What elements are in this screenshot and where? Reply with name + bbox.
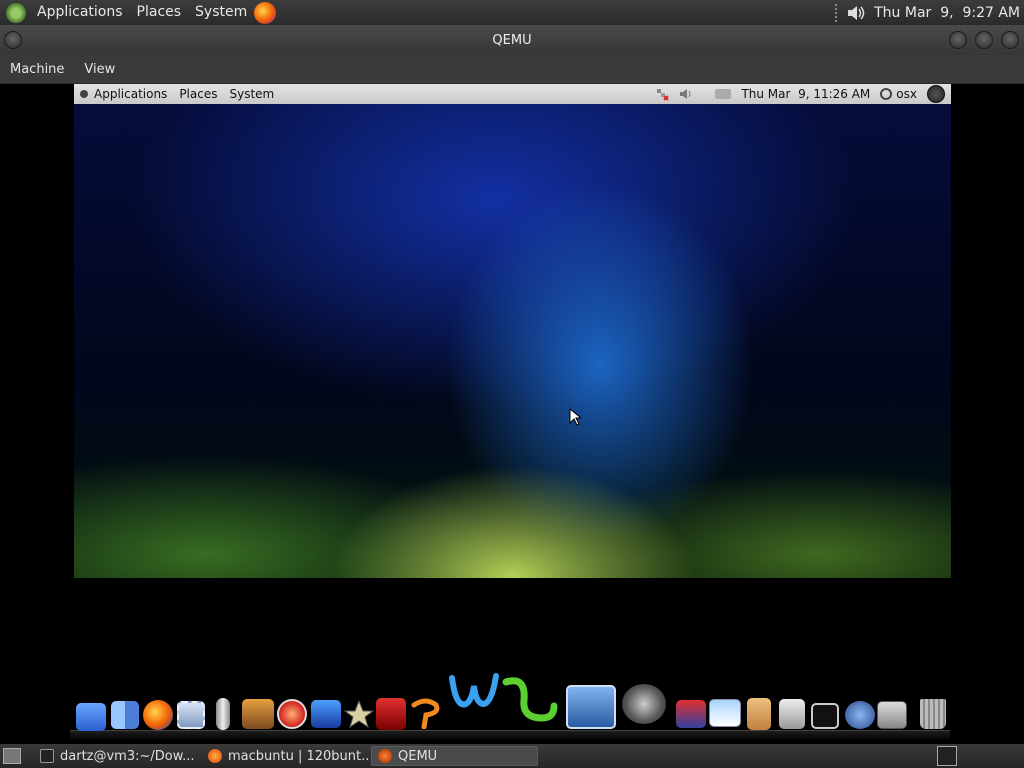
window-title-bar[interactable]: QEMU bbox=[0, 25, 1024, 55]
clapperboard-icon[interactable] bbox=[311, 700, 341, 728]
guest-volume-icon[interactable] bbox=[679, 87, 695, 101]
guest-menu-places[interactable]: Places bbox=[173, 87, 223, 101]
window-menu-button[interactable] bbox=[4, 31, 22, 49]
guest-username[interactable]: osx bbox=[896, 87, 917, 101]
taskbar-item-label: dartz@vm3:~/Dow... bbox=[60, 748, 195, 764]
keyboard-indicator-icon[interactable] bbox=[715, 89, 732, 99]
qemu-window-icon bbox=[378, 749, 392, 763]
chat-users-icon[interactable] bbox=[845, 701, 875, 729]
host-taskbar: dartz@vm3:~/Dow... macbuntu | 120bunt...… bbox=[0, 744, 1024, 768]
host-panel-handle-icon bbox=[835, 3, 838, 22]
guest-menu-applications[interactable]: Applications bbox=[88, 87, 173, 101]
host-top-panel: Applications Places System Thu Mar 9, 9:… bbox=[0, 0, 1024, 25]
show-desktop-icon[interactable] bbox=[3, 748, 21, 764]
taskbar-item-firefox[interactable]: macbuntu | 120bunt... bbox=[202, 746, 368, 766]
menu-view[interactable]: View bbox=[74, 62, 125, 77]
finder-icon[interactable] bbox=[111, 701, 139, 729]
power-icon[interactable] bbox=[927, 85, 945, 103]
dock-shelf bbox=[70, 730, 950, 740]
host-menu-applications[interactable]: Applications bbox=[30, 0, 130, 25]
network-globe-icon[interactable] bbox=[566, 685, 616, 729]
workspace-switcher-icon[interactable] bbox=[937, 746, 957, 766]
terminal-window-icon bbox=[40, 749, 54, 763]
taskbar-item-qemu[interactable]: QEMU bbox=[371, 746, 538, 766]
mouse-cursor-icon bbox=[569, 408, 581, 426]
blue-w-icon[interactable] bbox=[448, 672, 502, 712]
microphone-icon[interactable] bbox=[216, 698, 230, 730]
user-switch-icon[interactable] bbox=[880, 88, 893, 100]
firefox-launcher-icon[interactable] bbox=[254, 1, 277, 24]
volume-icon[interactable] bbox=[846, 4, 866, 22]
green-s-icon[interactable] bbox=[500, 676, 558, 726]
window-title: QEMU bbox=[492, 32, 532, 48]
photo-camera-icon[interactable] bbox=[242, 699, 274, 729]
guest-top-panel: Applications Places System Thu Mar 9, 11… bbox=[74, 84, 951, 104]
trash-icon[interactable] bbox=[920, 699, 946, 729]
host-clock[interactable]: Thu Mar 9, 9:27 AM bbox=[874, 5, 1020, 21]
host-menu-system[interactable]: System bbox=[188, 0, 254, 25]
minimize-button[interactable] bbox=[949, 31, 967, 49]
guest-menu-system[interactable]: System bbox=[223, 87, 280, 101]
orange-p-icon[interactable] bbox=[410, 697, 442, 730]
network-disconnected-icon[interactable] bbox=[655, 87, 670, 101]
mail-stamp-icon[interactable] bbox=[177, 701, 205, 729]
host-menu-places[interactable]: Places bbox=[130, 0, 189, 25]
red-book-icon[interactable] bbox=[376, 698, 406, 730]
maximize-button[interactable] bbox=[975, 31, 993, 49]
taskbar-item-terminal[interactable]: dartz@vm3:~/Dow... bbox=[34, 746, 196, 766]
star-icon[interactable] bbox=[343, 699, 375, 729]
taskbar-item-label: macbuntu | 120bunt... bbox=[228, 748, 368, 764]
settings-icon[interactable] bbox=[877, 701, 907, 729]
guest-apple-icon[interactable] bbox=[80, 90, 88, 98]
projector-icon[interactable] bbox=[709, 699, 741, 727]
anchor-icon[interactable] bbox=[76, 703, 106, 731]
guest-clock[interactable]: Thu Mar 9, 11:26 AM bbox=[741, 87, 870, 101]
menu-machine[interactable]: Machine bbox=[0, 62, 74, 77]
taskbar-item-label: QEMU bbox=[398, 748, 438, 764]
desktop-wallpaper[interactable] bbox=[74, 104, 951, 578]
distro-logo-icon[interactable] bbox=[6, 2, 26, 23]
firefox-icon[interactable] bbox=[143, 700, 173, 730]
red-blocks-icon[interactable] bbox=[676, 700, 706, 728]
media-player-icon[interactable] bbox=[277, 699, 307, 729]
cards-icon[interactable] bbox=[747, 698, 771, 730]
close-button[interactable] bbox=[1001, 31, 1019, 49]
firefox-window-icon bbox=[208, 749, 222, 763]
qemu-menubar: Machine View bbox=[0, 55, 1024, 84]
utility-icon[interactable] bbox=[779, 699, 805, 729]
speaker-icon[interactable] bbox=[622, 684, 666, 724]
terminal-icon[interactable] bbox=[811, 703, 839, 729]
